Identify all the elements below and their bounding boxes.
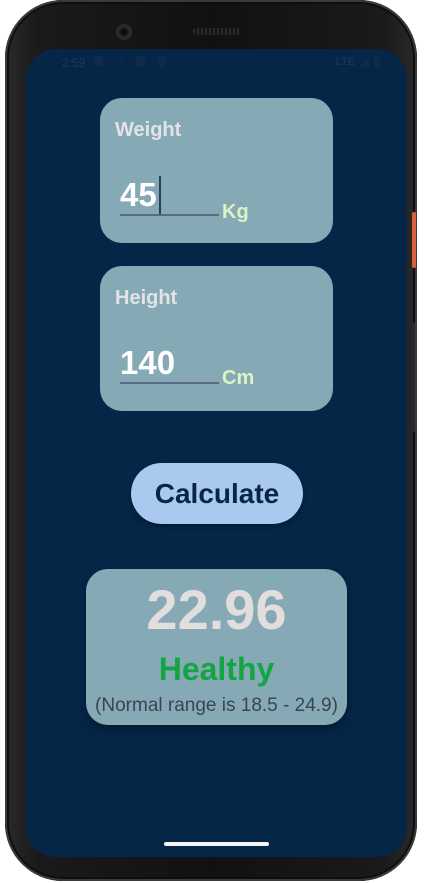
normal-range-note: (Normal range is 18.5 - 24.9) [95, 695, 338, 716]
network-type: LTE [335, 56, 355, 68]
accessibility-icon [114, 56, 123, 67]
text-cursor [158, 176, 161, 214]
result-card: 22.96 Healthy (Normal range is 18.5 - 24… [86, 569, 347, 725]
app-screen: 2:59 LTE Weight 45 Kg Height 140 Cm Calc… [26, 49, 407, 857]
weight-unit: Kg [222, 201, 249, 223]
height-card: Height 140 Cm [100, 266, 333, 411]
shield-icon [94, 56, 103, 67]
phone-frame: 2:59 LTE Weight 45 Kg Height 140 Cm Calc… [5, 0, 417, 881]
front-camera [116, 24, 132, 40]
height-unit: Cm [222, 367, 255, 389]
power-button [412, 212, 416, 268]
weight-label: Weight [115, 119, 182, 141]
status-bar: 2:59 LTE [26, 49, 407, 75]
home-indicator[interactable] [164, 842, 269, 846]
battery-icon [374, 56, 380, 67]
earpiece-speaker [193, 28, 241, 35]
bmi-status: Healthy [158, 651, 275, 687]
sim-icon [158, 56, 166, 67]
status-time: 2:59 [62, 56, 86, 70]
weight-input[interactable]: 45 [120, 176, 219, 216]
settings-icon [136, 56, 145, 67]
height-label: Height [115, 287, 178, 309]
weight-card: Weight 45 Kg [100, 98, 333, 243]
height-value: 140 [120, 344, 176, 381]
volume-button [412, 322, 415, 432]
height-input[interactable]: 140 [120, 344, 219, 384]
signal-icon [359, 57, 369, 67]
bmi-value: 22.96 [146, 578, 287, 641]
calculate-button[interactable]: Calculate [131, 463, 303, 524]
weight-value: 45 [120, 176, 157, 213]
